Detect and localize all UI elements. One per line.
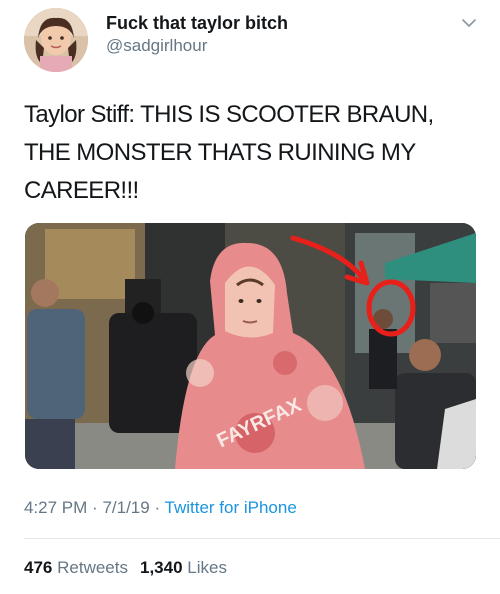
tweet-date[interactable]: 7/1/19 <box>102 498 149 517</box>
avatar[interactable] <box>24 8 88 72</box>
likes-label: Likes <box>187 558 227 577</box>
retweets-count: 476 <box>24 558 53 577</box>
user-names: Fuck that taylor bitch @sadgirlhour <box>106 12 288 57</box>
display-name[interactable]: Fuck that taylor bitch <box>106 12 288 34</box>
meta-separator: · <box>92 498 103 517</box>
tweet-stats: 476 Retweets 1,340 Likes <box>24 558 227 578</box>
chevron-down-icon[interactable] <box>460 14 478 32</box>
tweet-text: Taylor Stiff: THIS IS SCOOTER BRAUN, THE… <box>24 101 434 204</box>
meta-separator: · <box>154 498 165 517</box>
user-handle[interactable]: @sadgirlhour <box>106 35 288 57</box>
retweets-stat[interactable]: 476 Retweets <box>24 558 128 577</box>
tweet-header: Fuck that taylor bitch @sadgirlhour <box>24 4 484 74</box>
tweet-meta: 4:27 PM · 7/1/19 · Twitter for iPhone <box>24 498 297 518</box>
likes-count: 1,340 <box>139 558 183 577</box>
tweet-source-link[interactable]: Twitter for iPhone <box>165 498 297 517</box>
likes-stat[interactable]: 1,340 Likes <box>140 558 227 577</box>
tweet-time[interactable]: 4:27 PM <box>24 498 87 517</box>
retweets-label: Retweets <box>57 558 128 577</box>
tweet-media-photo[interactable]: FAYRFAX <box>25 223 476 469</box>
divider <box>24 538 500 539</box>
